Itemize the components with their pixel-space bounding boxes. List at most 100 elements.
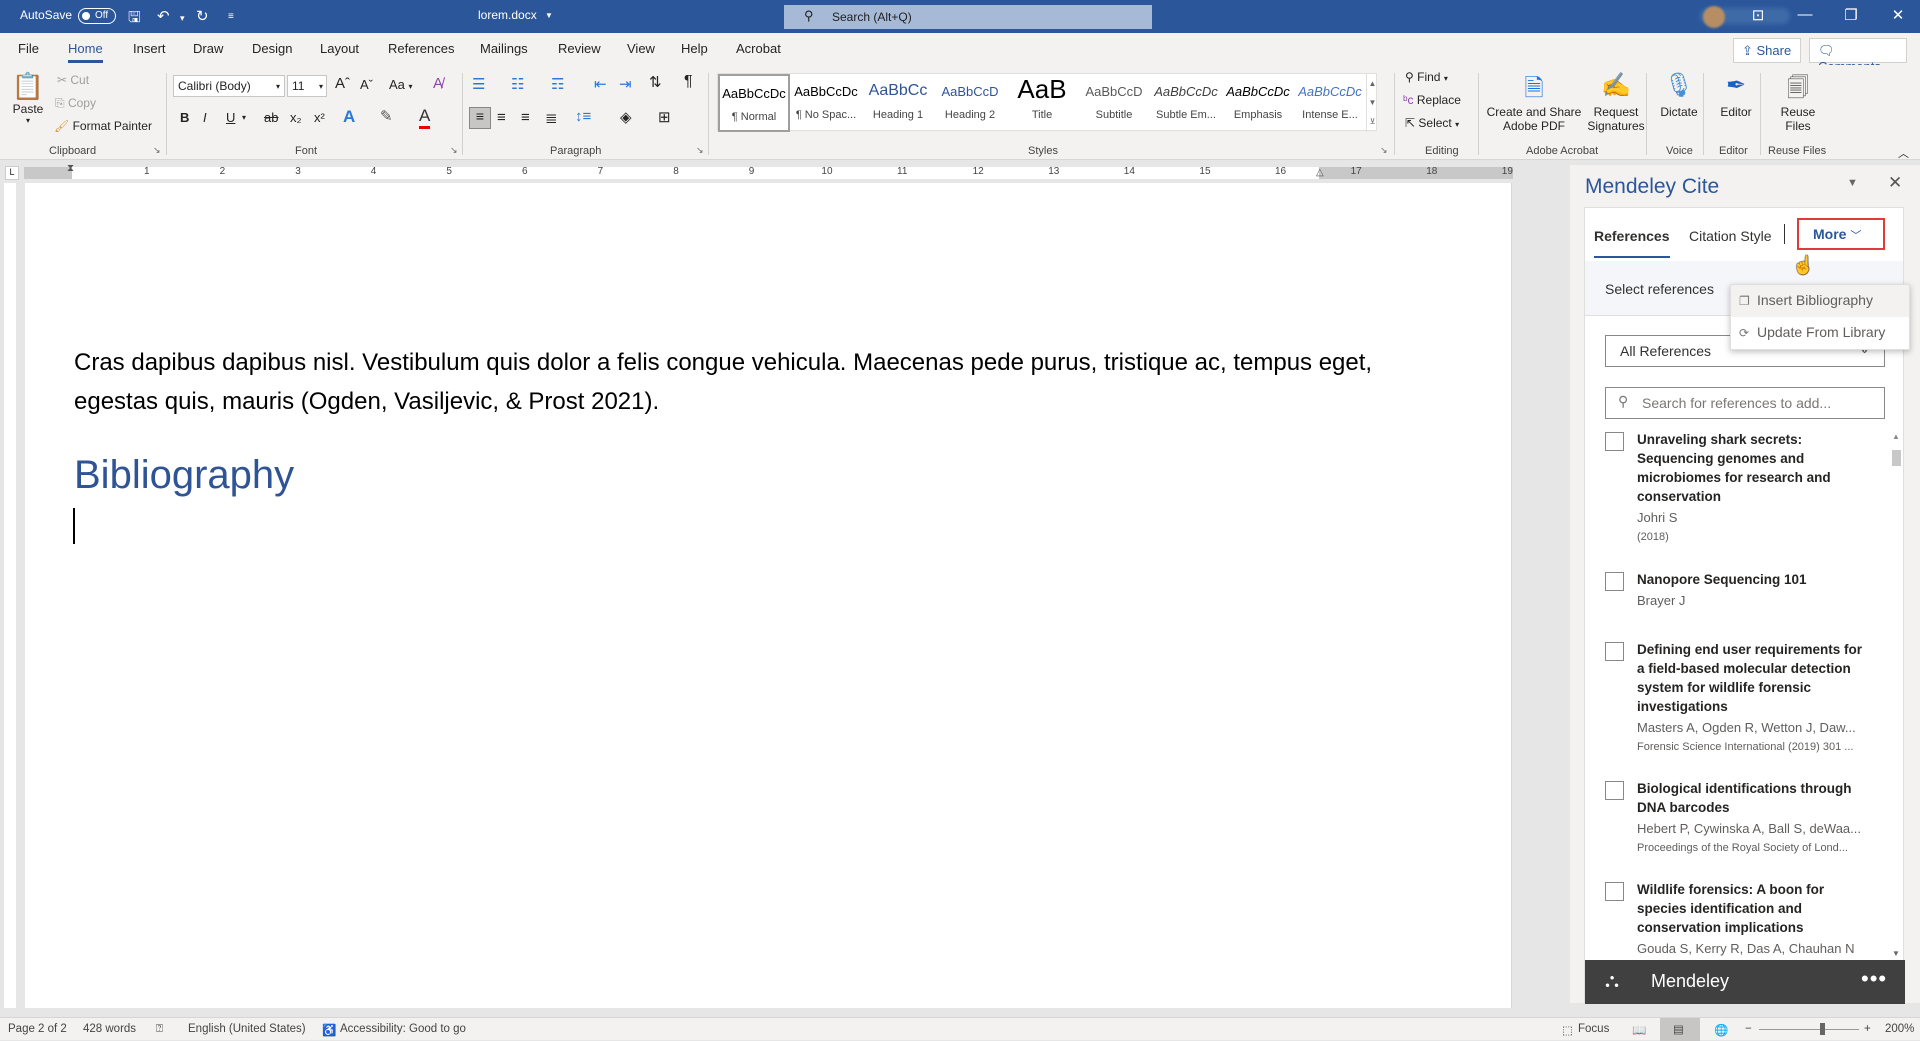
reuse-files-button[interactable]: 🗐 Reuse Files <box>1765 71 1831 133</box>
paragraph-launcher-icon[interactable]: ↘ <box>696 145 704 156</box>
close-icon[interactable]: ✕ <box>1888 173 1902 193</box>
tab-review[interactable]: Review <box>558 41 601 56</box>
shading-icon[interactable]: ◈ <box>620 108 632 126</box>
reference-search-input[interactable]: ⚲ Search for references to add... <box>1605 387 1885 419</box>
tab-file[interactable]: File <box>18 41 39 56</box>
tab-insert[interactable]: Insert <box>133 41 166 56</box>
document-title[interactable]: lorem.docx <box>478 8 537 22</box>
zoom-out-button[interactable]: − <box>1745 1023 1752 1035</box>
reference-checkbox[interactable] <box>1605 572 1624 591</box>
highlight-icon[interactable]: ✎ <box>380 107 393 125</box>
autosave-toggle[interactable]: Off <box>78 8 116 24</box>
grow-font-icon[interactable]: Aˆ <box>335 75 350 92</box>
search-box[interactable]: ⚲ Search (Alt+Q) <box>784 5 1152 29</box>
justify-icon[interactable]: ≣ <box>545 109 558 127</box>
style-normal[interactable]: AaBbCcDc ¶ Normal <box>718 74 790 132</box>
numbering-icon[interactable]: ☷ <box>511 75 524 93</box>
tab-view[interactable]: View <box>627 41 655 56</box>
tab-selector-icon[interactable]: L <box>5 166 19 180</box>
create-share-pdf-button[interactable]: 🗎 Create and Share Adobe PDF <box>1485 71 1583 133</box>
avatar[interactable] <box>1703 6 1725 28</box>
cut-button[interactable]: ✂ Cut <box>57 73 89 87</box>
reference-checkbox[interactable] <box>1605 781 1624 800</box>
tab-references[interactable]: References <box>388 41 454 56</box>
style-subtle-em[interactable]: AaBbCcDc Subtle Em... <box>1150 74 1222 132</box>
style-emphasis[interactable]: AaBbCcDc Emphasis <box>1222 74 1294 132</box>
font-name-select[interactable]: Calibri (Body) ▾ <box>173 75 285 97</box>
bullets-icon[interactable]: ☰ <box>472 75 485 93</box>
share-button[interactable]: ⇪ Share <box>1733 38 1801 63</box>
align-left-icon[interactable]: ≡ <box>469 107 491 129</box>
style-subtitle[interactable]: AaBbCcD Subtitle <box>1078 74 1150 132</box>
comments-button[interactable]: 🗨 Comments <box>1809 38 1907 74</box>
print-layout-button[interactable]: ▤ <box>1660 1018 1700 1041</box>
scroll-up-icon[interactable]: ▲ <box>1367 74 1378 93</box>
find-button[interactable]: ⚲ Find ▾ <box>1405 70 1448 84</box>
ribbon-display-icon[interactable]: ⊡ <box>1743 6 1773 24</box>
zoom-in-button[interactable]: + <box>1864 1023 1871 1035</box>
reference-title[interactable]: Wildlife forensics: A boon for species i… <box>1637 880 1867 937</box>
reference-title[interactable]: Biological identifications through DNA b… <box>1637 779 1867 817</box>
tab-references[interactable]: References <box>1594 228 1670 258</box>
style-heading-1[interactable]: AaBbCc Heading 1 <box>862 74 934 132</box>
customize-icon[interactable]: ≡ <box>228 11 234 22</box>
select-button[interactable]: ⇱ Select ▾ <box>1405 116 1459 130</box>
bibliography-heading[interactable]: Bibliography <box>74 453 294 498</box>
line-spacing-icon[interactable]: ↕≡ <box>575 108 591 125</box>
reference-title[interactable]: Defining end user requirements for a fie… <box>1637 640 1867 716</box>
subscript-button[interactable]: x₂ <box>290 110 302 125</box>
show-marks-icon[interactable]: ¶ <box>684 73 693 91</box>
editor-button[interactable]: ✒ Editor <box>1710 71 1762 119</box>
style-title[interactable]: AaB Title <box>1006 74 1078 132</box>
restore-icon[interactable]: ❐ <box>1836 6 1866 24</box>
font-launcher-icon[interactable]: ↘ <box>450 145 458 156</box>
borders-icon[interactable]: ⊞ <box>658 108 671 126</box>
reference-checkbox[interactable] <box>1605 882 1624 901</box>
expand-gallery-icon[interactable]: ⊻ <box>1367 112 1378 131</box>
word-count[interactable]: 428 words <box>83 1023 136 1035</box>
language[interactable]: English (United States) <box>188 1023 306 1035</box>
document-page[interactable]: Cras dapibus dapibus nisl. Vestibulum qu… <box>25 183 1512 1008</box>
shrink-font-icon[interactable]: Aˇ <box>360 77 373 92</box>
clipboard-launcher-icon[interactable]: ↘ <box>153 145 161 156</box>
close-icon[interactable]: ✕ <box>1883 6 1913 24</box>
request-signatures-button[interactable]: ✍ Request Signatures <box>1585 71 1647 133</box>
multilevel-list-icon[interactable]: ☶ <box>551 75 564 93</box>
vertical-ruler[interactable] <box>4 183 16 1008</box>
copy-button[interactable]: ⎘ Copy <box>55 96 96 111</box>
insert-bibliography-item[interactable]: ❐ Insert Bibliography <box>1731 285 1909 317</box>
zoom-level[interactable]: 200% <box>1885 1023 1914 1035</box>
tab-design[interactable]: Design <box>252 41 292 56</box>
tab-acrobat[interactable]: Acrobat <box>736 41 781 56</box>
update-from-library-item[interactable]: ⟳ Update From Library <box>1731 317 1909 349</box>
styles-scroll[interactable]: ▲ ▼ ⊻ <box>1366 74 1378 132</box>
increase-indent-icon[interactable]: ⇥ <box>619 75 632 93</box>
styles-launcher-icon[interactable]: ↘ <box>1380 145 1388 156</box>
horizontal-ruler[interactable]: L ⧗ △ 1 2 3 4 5 6 7 8 9 10 11 12 13 14 15 16 17 18 19 <box>0 163 1520 183</box>
reference-checkbox[interactable] <box>1605 642 1624 661</box>
more-options-icon[interactable]: ••• <box>1861 966 1887 992</box>
redo-icon[interactable]: ↻ <box>196 7 209 25</box>
focus-button[interactable]: Focus <box>1578 1023 1609 1035</box>
zoom-slider[interactable] <box>1759 1029 1859 1030</box>
superscript-button[interactable]: x² <box>314 110 325 125</box>
tab-mailings[interactable]: Mailings <box>480 41 528 56</box>
underline-dropdown-icon[interactable]: ▾ <box>242 113 246 122</box>
read-mode-icon[interactable]: 📖 <box>1632 1023 1646 1037</box>
align-right-icon[interactable]: ≡ <box>521 109 530 126</box>
scroll-up-icon[interactable]: ▲ <box>1892 432 1900 441</box>
body-paragraph[interactable]: Cras dapibus dapibus nisl. Vestibulum qu… <box>74 343 1374 421</box>
tab-draw[interactable]: Draw <box>193 41 223 56</box>
replace-button[interactable]: ᵇc Replace <box>1403 93 1461 107</box>
style-intense-e[interactable]: AaBbCcDc Intense E... <box>1294 74 1366 132</box>
align-center-icon[interactable]: ≡ <box>497 109 506 126</box>
minimize-icon[interactable]: — <box>1790 6 1820 23</box>
pane-options-icon[interactable]: ▼ <box>1847 177 1858 189</box>
right-indent-marker-icon[interactable]: △ <box>1316 167 1324 178</box>
bold-button[interactable]: B <box>180 110 189 125</box>
strikethrough-button[interactable]: ab <box>264 110 278 125</box>
scrollbar[interactable]: ▲ ▼ <box>1890 430 1902 960</box>
change-case-button[interactable]: Aa ▾ <box>389 77 413 92</box>
page-count[interactable]: Page 2 of 2 <box>8 1023 67 1035</box>
tab-citation-style[interactable]: Citation Style <box>1689 228 1771 244</box>
